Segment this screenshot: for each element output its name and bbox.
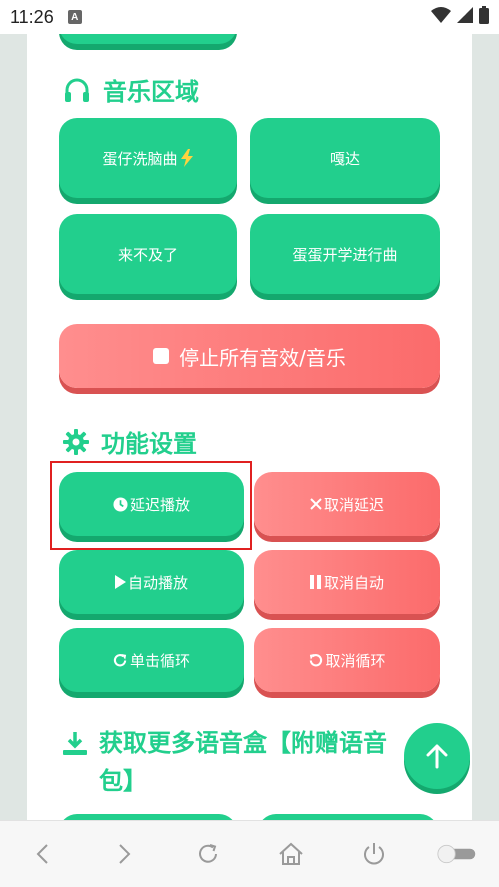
home-button[interactable] <box>271 834 311 874</box>
wifi-icon <box>431 7 451 27</box>
arrow-up-icon <box>425 743 449 769</box>
signal-icon <box>457 7 473 27</box>
forward-button[interactable] <box>105 834 145 874</box>
status-time: 11:26 <box>10 6 54 27</box>
pause-icon <box>309 575 322 589</box>
more-section-label: 获取更多语音盒【附赠语音包】 <box>99 729 387 795</box>
browser-bottom-bar <box>0 820 499 887</box>
more-section-title: 获取更多语音盒【附赠语音包】 <box>63 724 403 800</box>
play-icon <box>114 575 126 589</box>
cancel-delay-button[interactable]: 取消延迟 <box>254 472 440 536</box>
single-loop-button[interactable]: 单击循环 <box>59 628 244 692</box>
lightning-icon <box>180 149 194 167</box>
back-button[interactable] <box>22 834 62 874</box>
auto-play-label: 自动播放 <box>127 573 188 592</box>
too-late-label: 来不及了 <box>117 245 178 264</box>
scroll-to-top-button[interactable] <box>404 723 470 789</box>
status-bar: 11:26 A <box>0 0 499 34</box>
toggle-icon <box>437 844 476 864</box>
cancel-loop-label: 取消循环 <box>325 651 386 670</box>
delay-play-label: 延迟播放 <box>129 495 190 514</box>
clipped-button-top[interactable] <box>59 34 237 44</box>
single-loop-label: 单击循环 <box>129 651 190 670</box>
close-icon <box>310 498 322 510</box>
headphones-icon <box>63 77 91 103</box>
stop-all-label: 停止所有音效/音乐 <box>179 345 346 370</box>
too-late-button[interactable]: 来不及了 <box>59 214 237 294</box>
auto-play-button[interactable]: 自动播放 <box>59 550 244 614</box>
cancel-loop-button[interactable]: 取消循环 <box>254 628 440 692</box>
home-icon <box>279 842 303 865</box>
music-section-label: 音乐区域 <box>103 78 199 106</box>
chevron-left-icon <box>36 844 48 864</box>
cancel-delay-label: 取消延迟 <box>323 495 384 514</box>
stop-icon <box>153 348 170 364</box>
gear-icon <box>63 428 89 455</box>
chevron-right-icon <box>119 844 131 864</box>
egg-school-march-button[interactable]: 蛋蛋开学进行曲 <box>250 214 440 294</box>
power-button[interactable] <box>354 834 394 874</box>
cancel-auto-button[interactable]: 取消自动 <box>254 550 440 614</box>
egg-brainwash-button[interactable]: 蛋仔洗脑曲 <box>59 118 237 198</box>
egg-brainwash-label: 蛋仔洗脑曲 <box>102 149 178 168</box>
cancel-auto-label: 取消自动 <box>323 573 384 592</box>
egg-school-march-label: 蛋蛋开学进行曲 <box>292 245 398 264</box>
reload-button[interactable] <box>188 834 228 874</box>
stop-all-button[interactable]: 停止所有音效/音乐 <box>59 324 440 388</box>
undo-icon <box>308 653 323 668</box>
gada-button[interactable]: 嘎达 <box>250 118 440 198</box>
notification-icon: A <box>67 10 82 24</box>
reload-icon <box>198 844 217 863</box>
delay-play-button[interactable]: 延迟播放 <box>59 472 244 536</box>
settings-section-title: 功能设置 <box>63 424 197 459</box>
toggle-switch[interactable] <box>437 834 477 874</box>
status-icons <box>431 6 489 28</box>
redo-icon <box>113 653 128 668</box>
clock-icon <box>113 496 128 512</box>
gada-label: 嘎达 <box>329 149 360 168</box>
music-section-title: 音乐区域 <box>63 72 199 107</box>
main-content[interactable]: 音乐区域 蛋仔洗脑曲 嘎达 来不及了 蛋蛋开学进行曲 停止所有音效/音乐 功能设… <box>27 34 472 820</box>
power-icon <box>364 843 385 865</box>
download-icon <box>63 732 87 756</box>
battery-icon <box>479 6 489 28</box>
settings-section-label: 功能设置 <box>101 430 197 458</box>
